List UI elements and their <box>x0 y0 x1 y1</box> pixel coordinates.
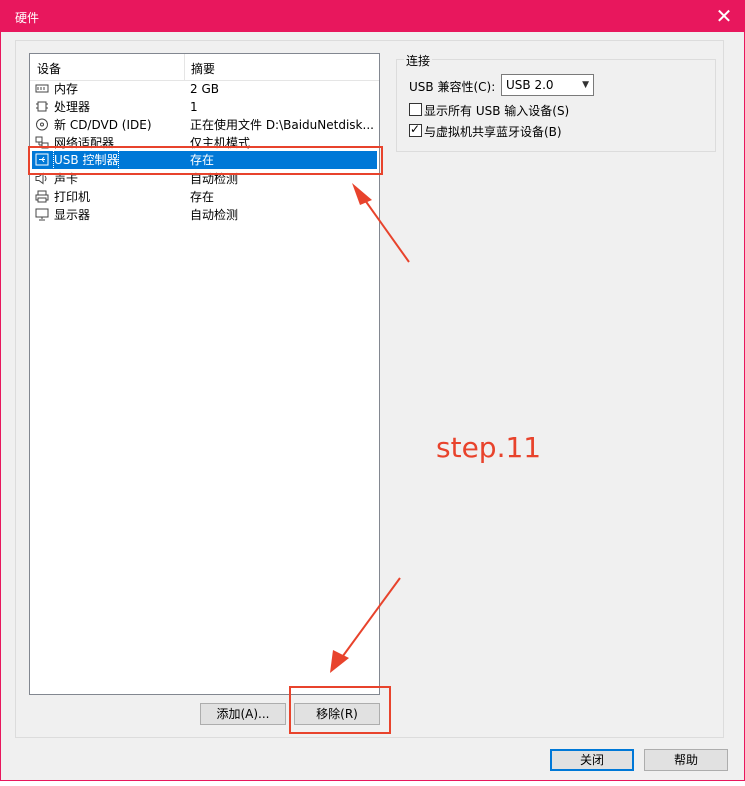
arrow-line-down <box>339 577 401 661</box>
annotation-arrows <box>330 183 410 673</box>
arrow-line-up <box>361 195 410 263</box>
arrowhead-up <box>352 183 372 205</box>
arrowhead-down <box>330 650 349 673</box>
